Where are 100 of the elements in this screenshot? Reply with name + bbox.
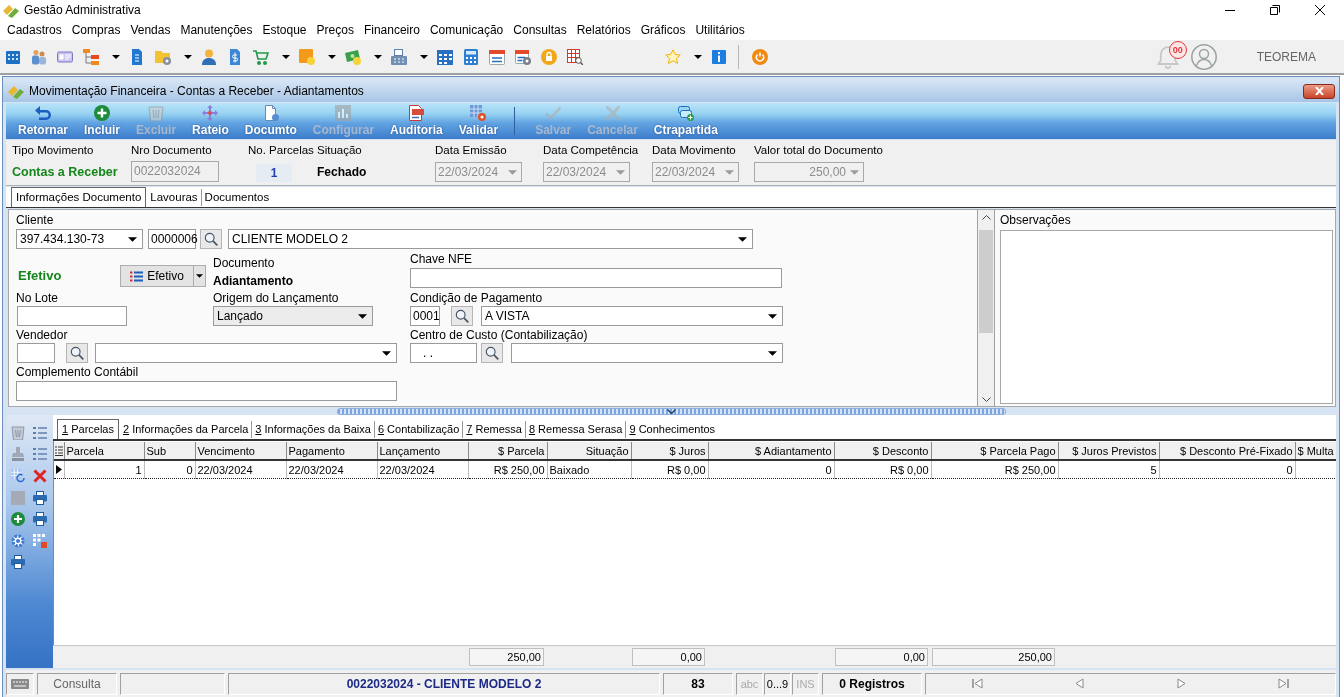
origin-dropdown[interactable]: Lançado bbox=[213, 306, 373, 326]
cart-icon[interactable] bbox=[253, 48, 269, 65]
caret-icon[interactable] bbox=[184, 54, 192, 59]
seller-code-field[interactable] bbox=[17, 343, 55, 363]
banknote-icon[interactable] bbox=[345, 48, 361, 65]
menu-item[interactable]: Comunicação bbox=[424, 21, 509, 39]
nfe-key-field[interactable] bbox=[410, 268, 782, 288]
caret-icon[interactable] bbox=[420, 54, 428, 59]
search-button[interactable] bbox=[66, 343, 88, 363]
accounting-note-field[interactable] bbox=[16, 381, 397, 401]
tab[interactable]: Documentos bbox=[200, 189, 273, 206]
calculator-icon[interactable] bbox=[463, 48, 479, 65]
client-id-dropdown[interactable]: 397.434.130-73 bbox=[16, 229, 143, 249]
tab[interactable]: 6 Contabilização bbox=[373, 421, 463, 438]
search-button[interactable] bbox=[451, 306, 473, 326]
menu-item[interactable]: Consultas bbox=[508, 21, 572, 39]
menu-item[interactable]: Estoque bbox=[257, 21, 312, 39]
printer-icon[interactable] bbox=[33, 512, 47, 527]
person-icon[interactable] bbox=[201, 48, 217, 65]
star-icon[interactable] bbox=[665, 48, 681, 65]
stamp-icon[interactable] bbox=[11, 447, 25, 462]
scrollbar[interactable] bbox=[977, 210, 995, 406]
user-avatar-icon[interactable] bbox=[1190, 43, 1217, 70]
menu-item[interactable]: Cadastros bbox=[2, 21, 67, 39]
cost-center-dropdown[interactable] bbox=[511, 343, 783, 363]
document-icon[interactable] bbox=[129, 48, 145, 65]
column-header[interactable]: Pagamento bbox=[286, 442, 377, 460]
tab[interactable]: Lavouras bbox=[146, 189, 201, 206]
close-button[interactable] bbox=[1303, 83, 1335, 99]
caret-icon[interactable] bbox=[328, 54, 336, 59]
menu-item[interactable]: Financeiro bbox=[358, 21, 425, 39]
cross-icon[interactable] bbox=[33, 469, 47, 483]
column-header[interactable]: $ Parcela Pago bbox=[931, 442, 1058, 460]
payment-terms-dropdown[interactable]: A VISTA bbox=[481, 306, 783, 326]
search-button[interactable] bbox=[200, 229, 222, 249]
menu-item[interactable]: Relatórios bbox=[571, 21, 636, 39]
menu-item[interactable]: Vendas bbox=[125, 21, 176, 39]
menu-item[interactable]: Gráficos bbox=[635, 21, 691, 39]
batch-field[interactable] bbox=[17, 306, 127, 326]
calendar-icon[interactable] bbox=[489, 48, 505, 65]
info-icon[interactable] bbox=[711, 48, 727, 65]
chevron-down-icon[interactable] bbox=[666, 408, 676, 414]
cost-center-code-field[interactable]: . . bbox=[410, 343, 477, 363]
seller-dropdown[interactable] bbox=[95, 343, 397, 363]
triangle-right-icon[interactable] bbox=[1176, 678, 1188, 689]
tab[interactable]: Informações Documento bbox=[11, 187, 147, 207]
tab[interactable]: 2 Informações da Parcela bbox=[119, 421, 252, 438]
calendar-gear-icon[interactable] bbox=[515, 48, 531, 65]
skip-forward-icon[interactable] bbox=[1278, 678, 1290, 689]
triangle-left-icon[interactable] bbox=[1073, 678, 1085, 689]
plus-circle-icon[interactable] bbox=[11, 512, 25, 527]
scrollbar-thumb[interactable] bbox=[979, 230, 993, 333]
column-header[interactable]: $ Juros bbox=[631, 442, 708, 460]
column-header[interactable]: $ Adiantamento bbox=[708, 442, 834, 460]
notes-field[interactable] bbox=[1000, 230, 1333, 404]
people-icon[interactable] bbox=[31, 48, 47, 65]
folder-icon[interactable] bbox=[155, 48, 171, 65]
status-button[interactable]: Efetivo bbox=[120, 265, 194, 287]
grid-icon[interactable] bbox=[33, 533, 47, 548]
gear-icon[interactable] bbox=[11, 533, 25, 548]
caret-icon[interactable] bbox=[694, 54, 702, 59]
trash-icon[interactable] bbox=[11, 425, 25, 440]
column-header[interactable]: $ Juros Previstos bbox=[1058, 442, 1159, 460]
client-code-field[interactable]: 0000006 bbox=[148, 229, 196, 249]
tab[interactable]: 7 Remessa bbox=[462, 421, 525, 438]
dollar-document-icon[interactable] bbox=[227, 48, 243, 65]
hierarchy-icon[interactable] bbox=[83, 48, 99, 65]
column-header[interactable]: Parcela bbox=[64, 442, 144, 460]
menu-item[interactable]: Compras bbox=[66, 21, 126, 39]
caret-icon[interactable] bbox=[112, 54, 120, 59]
column-header[interactable]: $ Desconto bbox=[834, 442, 931, 460]
tab[interactable]: 3 Informações da Baixa bbox=[251, 421, 374, 438]
column-header[interactable]: $ Desconto Pré-Fixado bbox=[1159, 442, 1295, 460]
column-header[interactable]: Lançamento bbox=[377, 442, 468, 460]
dropdown-button[interactable] bbox=[194, 265, 206, 287]
chevron-down-icon[interactable] bbox=[981, 397, 991, 402]
column-header[interactable]: $ Multa bbox=[1295, 442, 1336, 460]
menu-item[interactable]: Manutenções bbox=[175, 21, 258, 39]
client-name-dropdown[interactable]: CLIENTE MODELO 2 bbox=[228, 229, 753, 249]
skip-back-icon[interactable] bbox=[971, 678, 983, 689]
table-search-icon[interactable] bbox=[567, 48, 583, 65]
list-icon[interactable] bbox=[54, 445, 63, 456]
menu-item[interactable]: Preços bbox=[311, 21, 359, 39]
tab[interactable]: 9 Conhecimentos bbox=[625, 421, 719, 438]
column-header[interactable]: $ Parcela bbox=[468, 442, 547, 460]
tab[interactable]: 8 Remessa Serasa bbox=[524, 421, 626, 438]
printer-icon[interactable] bbox=[33, 490, 47, 505]
menu-item[interactable]: Utilitários bbox=[690, 21, 750, 39]
payment-code-field[interactable]: 0001 bbox=[410, 306, 440, 326]
row-selector[interactable] bbox=[54, 460, 64, 479]
caret-icon[interactable] bbox=[374, 54, 382, 59]
splitter-handle[interactable] bbox=[336, 407, 1006, 415]
search-button[interactable] bbox=[481, 343, 503, 363]
building-icon[interactable] bbox=[5, 48, 21, 65]
grid-refresh-icon[interactable] bbox=[11, 469, 25, 483]
power-icon[interactable] bbox=[752, 48, 768, 65]
tab[interactable]: 1 Parcelas bbox=[57, 419, 119, 439]
printer-icon[interactable] bbox=[11, 555, 25, 570]
column-header[interactable]: Sub bbox=[144, 442, 195, 460]
column-header[interactable]: Situação bbox=[547, 442, 631, 460]
